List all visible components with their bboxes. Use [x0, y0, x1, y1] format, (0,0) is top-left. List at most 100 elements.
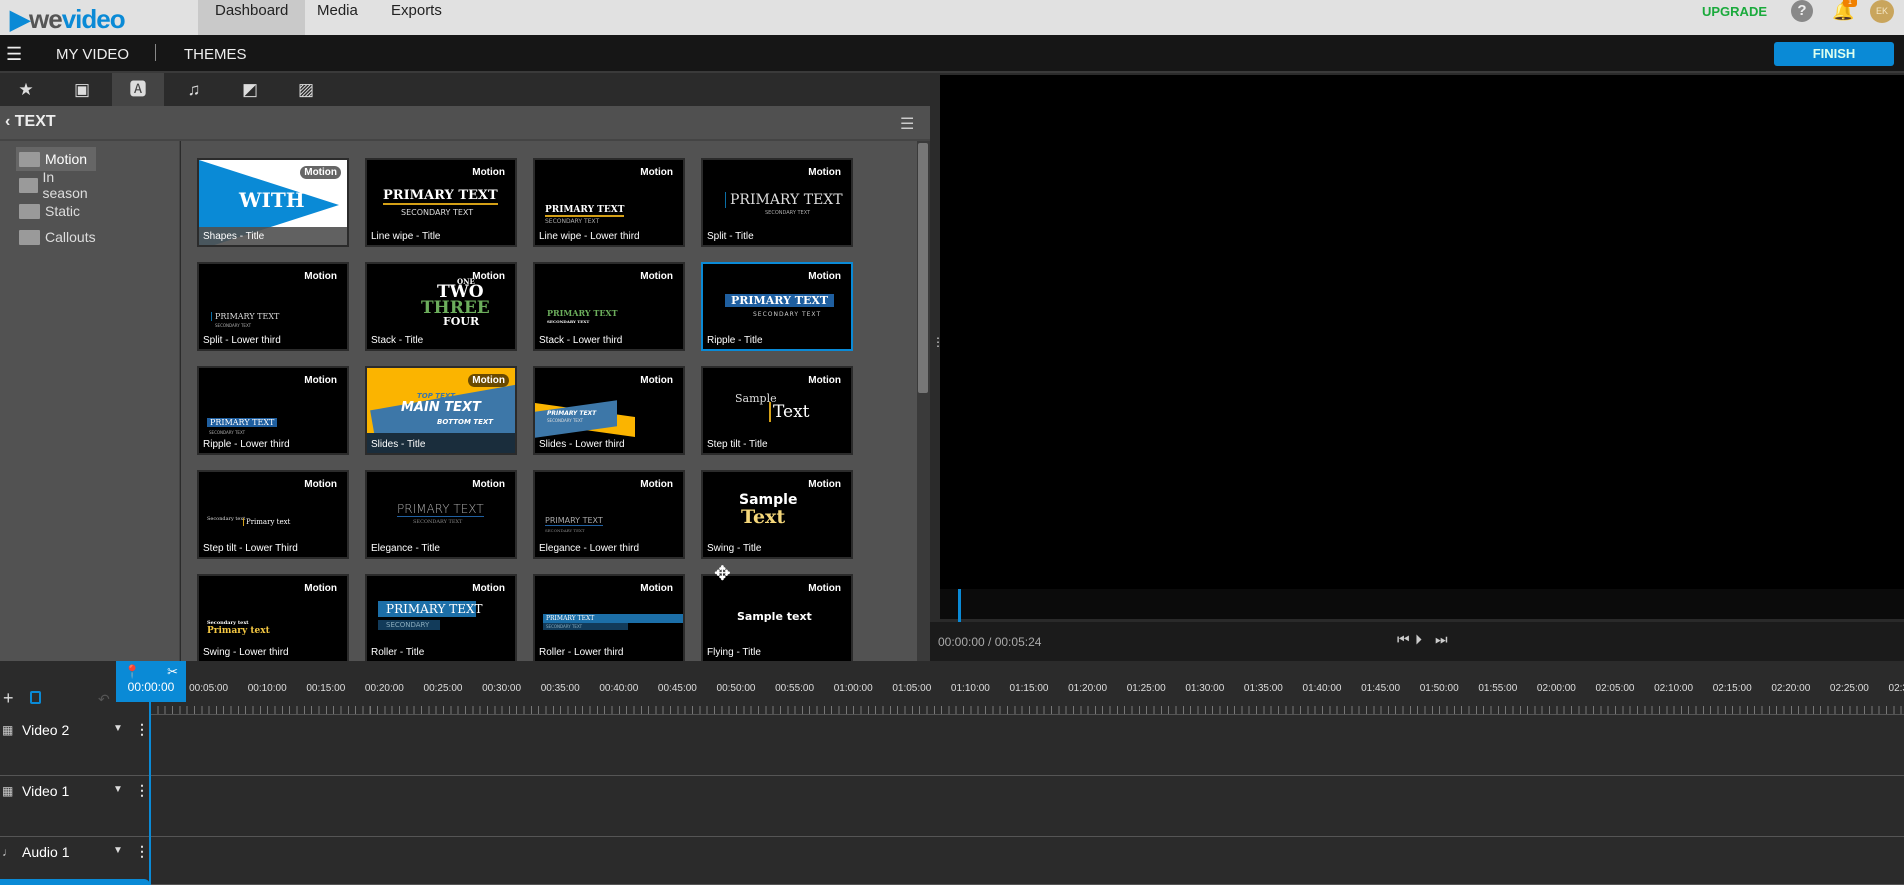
ruler-tick-label: 01:30:00: [1185, 683, 1225, 694]
timeline-track[interactable]: ▦ Video 2 ▼ ⋮: [0, 715, 1904, 776]
project-title[interactable]: MY VIDEO: [56, 46, 129, 63]
motion-badge: Motion: [472, 167, 505, 178]
preview-text: MAIN TEXT: [401, 400, 481, 415]
template-thumbnail[interactable]: PRIMARY TEXT SECONDARY TEXT Motion Split - …: [701, 158, 853, 247]
template-thumbnail[interactable]: WITH Motion Shapes - Title: [197, 158, 349, 247]
folder-item[interactable]: Callouts: [16, 225, 96, 249]
hamburger-menu-icon[interactable]: ☰: [6, 44, 22, 65]
kebab-menu-icon[interactable]: ⋮: [135, 782, 149, 799]
template-thumbnail[interactable]: PRIMARY TEXT SECONDARY Motion Roller - Titl…: [365, 574, 517, 661]
template-name: Step tilt - Lower Third: [203, 543, 298, 554]
playhead-line[interactable]: [149, 702, 151, 885]
template-thumbnail[interactable]: PRIMARY TEXT SECONDARY TEXT Motion Line wip…: [365, 158, 517, 247]
template-thumbnail[interactable]: PRIMARY TEXT SECONDARY TEXT Motion Ripple -…: [701, 262, 853, 351]
ruler-tick-label: 02:15:00: [1712, 683, 1752, 694]
preview-text: PRIMARY TEXT: [397, 502, 484, 517]
preview-text: TOP TEXT: [417, 392, 456, 400]
folder-icon: [19, 151, 40, 167]
dropdown-arrow-icon[interactable]: ▼: [113, 723, 123, 734]
skip-forward-icon[interactable]: ⏭: [1435, 631, 1448, 648]
preview-text: PRIMARY TEXT: [383, 188, 498, 205]
folder-item[interactable]: In season: [16, 169, 96, 201]
template-thumbnail[interactable]: PRIMARY TEXT SECONDARY TEXT Motion Roller -…: [533, 574, 685, 661]
tab-image[interactable]: ▨: [280, 73, 332, 106]
back-button[interactable]: ‹ TEXT: [5, 113, 56, 131]
template-thumbnail[interactable]: Secondary text Primary text Motion Step til…: [197, 470, 349, 559]
dropdown-arrow-icon[interactable]: ▼: [113, 784, 123, 795]
preview-scrubber[interactable]: [940, 589, 1904, 622]
ruler-tick-label: 01:05:00: [892, 683, 932, 694]
template-thumbnail[interactable]: PRIMARY TEXT SECONDARY TEXT Motion Ripple -…: [197, 366, 349, 455]
template-thumbnail[interactable]: PRIMARY TEXT SECONDARY TEXT Motion Stack - …: [533, 262, 685, 351]
wevideo-logo[interactable]: ▶wevideo: [10, 4, 126, 35]
top-nav-bar: ▶wevideo Dashboard Media Exports UPGRADE…: [0, 0, 1904, 35]
upgrade-link[interactable]: UPGRADE: [1702, 4, 1767, 20]
template-name: Elegance - Title: [371, 543, 440, 554]
ruler-tick-label: 00:15:00: [306, 683, 346, 694]
undo-icon[interactable]: ↶: [98, 691, 110, 708]
template-thumbnail[interactable]: Sample Text Motion Step tilt - Title: [701, 366, 853, 455]
copy-icon[interactable]: [30, 691, 41, 704]
template-thumbnail[interactable]: Sample text Motion Flying - Title: [701, 574, 853, 661]
add-track-icon[interactable]: +: [3, 688, 14, 709]
folder-item[interactable]: Motion: [16, 147, 96, 171]
nav-dashboard[interactable]: Dashboard: [198, 0, 306, 35]
timeline: + ↶ 00:05:00 00:10:00 00:15:00 00:20:00 00:2…: [0, 661, 1904, 885]
tab-star[interactable]: ★: [0, 73, 52, 106]
preview-text: SECONDARY TEXT: [215, 323, 252, 328]
template-name: Split - Lower third: [203, 335, 281, 346]
track-header: ▦ Video 1 ▼ ⋮: [0, 776, 150, 836]
preview-text: PRIMARY TEXT: [547, 410, 597, 417]
template-thumbnail[interactable]: Secondary text Primary text Motion Swing - …: [197, 574, 349, 661]
folder-item[interactable]: Static: [16, 199, 96, 223]
scissors-icon[interactable]: ✂: [167, 664, 178, 680]
template-thumbnail[interactable]: PRIMARY TEXT SECONDARY TEXT Motion Elegance…: [365, 470, 517, 559]
nav-media[interactable]: Media: [300, 0, 375, 35]
motion-badge: Motion: [640, 271, 673, 282]
template-thumbnail[interactable]: ONE TWO THREE FOUR Motion Stack - Title: [365, 262, 517, 351]
marker-pin-icon[interactable]: 📍: [124, 664, 140, 680]
scrubber-playhead[interactable]: [958, 589, 961, 622]
template-thumbnail[interactable]: PRIMARY TEXT SECONDARY TEXT Motion Line wip…: [533, 158, 685, 247]
template-thumbnail[interactable]: TOP TEXT MAIN TEXT BOTTOM TEXT Motion Slides…: [365, 366, 517, 455]
ruler-tick-label: 01:10:00: [950, 683, 990, 694]
playhead-marker[interactable]: 📍 ✂ 00:00:00: [116, 661, 186, 702]
template-thumbnail[interactable]: PRIMARY TEXT SECONDARY TEXT Motion Elegance…: [533, 470, 685, 559]
skip-back-icon[interactable]: ⏮: [1397, 631, 1410, 648]
ruler-ticks: [150, 706, 1904, 714]
timeline-ruler[interactable]: 00:05:00 00:10:00 00:15:00 00:20:00 00:25:00…: [150, 661, 1904, 715]
video-preview[interactable]: [940, 75, 1904, 589]
timeline-track[interactable]: ▦ Video 1 ▼ ⋮: [0, 776, 1904, 837]
template-thumbnail[interactable]: PRIMARY TEXT SECONDARY TEXT Motion Slides -…: [533, 366, 685, 455]
template-thumbnail[interactable]: Sample Text Motion Swing - Title: [701, 470, 853, 559]
help-icon[interactable]: ?: [1791, 0, 1813, 22]
kebab-menu-icon[interactable]: ⋮: [135, 721, 149, 738]
play-icon[interactable]: ⏵: [1415, 631, 1422, 648]
preview-text: SECONDARY TEXT: [545, 528, 585, 533]
timeline-track[interactable]: ♩ Audio 1 ▼ ⋮: [0, 837, 1904, 885]
preview-text: PRIMARY TEXT: [547, 308, 618, 318]
dropdown-arrow-icon[interactable]: ▼: [113, 845, 123, 856]
themes-button[interactable]: THEMES: [184, 46, 247, 63]
tab-music[interactable]: ♫: [168, 73, 220, 106]
ruler-tick-label: 00:40:00: [599, 683, 639, 694]
kebab-menu-icon[interactable]: ⋮: [135, 843, 149, 860]
ruler-tick-label: 02:20:00: [1771, 683, 1811, 694]
preview-text: Primary text: [243, 518, 290, 526]
finish-button[interactable]: FINISH: [1774, 42, 1894, 66]
scrollbar-thumb[interactable]: [918, 143, 928, 393]
nav-exports[interactable]: Exports: [374, 0, 459, 35]
tab-folder-star[interactable]: ▣: [56, 73, 108, 106]
tab-transition[interactable]: ◩: [224, 73, 276, 106]
preview-text: PRIMARY TEXT: [207, 418, 278, 427]
template-name: Ripple - Title: [707, 335, 763, 346]
list-view-icon[interactable]: ☰: [900, 114, 914, 134]
preview-text: SECONDARY TEXT: [413, 519, 463, 525]
avatar[interactable]: EK: [1870, 0, 1894, 23]
tab-text[interactable]: 🅰: [112, 73, 164, 106]
grid-scrollbar[interactable]: [917, 141, 930, 661]
panel-splitter[interactable]: ⋮: [930, 73, 944, 661]
folder-label: Callouts: [45, 229, 96, 245]
preview-text: SECONDARY TEXT: [765, 210, 811, 216]
template-thumbnail[interactable]: PRIMARY TEXT SECONDARY TEXT Motion Split - …: [197, 262, 349, 351]
